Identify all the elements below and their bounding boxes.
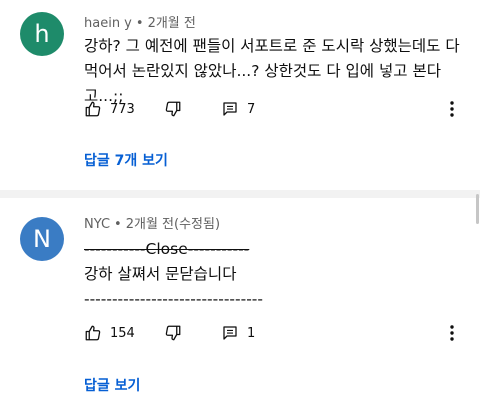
comment-line: -------------------------------- <box>84 290 263 308</box>
avatar-letter: h <box>34 20 50 48</box>
reply-count: 7 <box>247 101 256 117</box>
like-button[interactable]: 154 <box>84 324 164 342</box>
comment-time[interactable]: 2개월 전 <box>148 16 196 31</box>
comment-line: -----------Close----------- <box>84 240 250 258</box>
more-vert-icon <box>450 325 454 341</box>
view-replies-link[interactable]: 답글 7개 보기 <box>84 150 168 170</box>
thumbs-down-icon <box>165 325 181 341</box>
more-vert-icon <box>450 101 454 117</box>
like-button[interactable]: 773 <box>84 100 164 118</box>
avatar[interactable]: h <box>20 12 64 56</box>
meta-separator: • <box>114 217 122 232</box>
meta-separator: • <box>135 16 144 31</box>
thumbs-up-icon <box>85 325 101 341</box>
dislike-button[interactable] <box>164 100 221 118</box>
comment-line: 강하 살쪄서 문닫습니다 <box>84 265 237 283</box>
avatar-letter: N <box>33 225 51 253</box>
like-count: 773 <box>110 101 135 117</box>
like-count: 154 <box>110 325 135 341</box>
thumbs-down-icon <box>165 101 181 117</box>
comment-author[interactable]: NYC <box>84 217 110 232</box>
comment-meta: haein y • 2개월 전 <box>84 12 196 31</box>
comment-author[interactable]: haein y <box>84 16 132 31</box>
comment-icon <box>223 102 237 116</box>
reply-count: 1 <box>247 325 256 341</box>
more-options-button[interactable] <box>442 323 462 343</box>
divider <box>0 190 480 198</box>
reply-button[interactable]: 1 <box>221 324 281 342</box>
view-replies-link[interactable]: 답글 보기 <box>84 375 140 395</box>
comment-time[interactable]: 2개월 전(수정됨) <box>126 217 220 232</box>
comment-actions: 154 1 <box>84 321 470 345</box>
comment-line: 강하? 그 예전에 팬들이 서포트로 준 도시락 상했는데도 다 <box>84 37 460 55</box>
comment-icon <box>223 326 237 340</box>
comment-actions: 773 7 <box>84 97 470 121</box>
comment-1: h haein y • 2개월 전 강하? 그 예전에 팬들이 서포트로 준 도시락… <box>0 0 480 190</box>
comment-text: -----------Close----------- 강하 살쪄서 문닫습니다… <box>84 237 464 312</box>
comment-meta: NYC • 2개월 전(수정됨) <box>84 213 220 232</box>
more-options-button[interactable] <box>442 99 462 119</box>
reply-button[interactable]: 7 <box>221 100 281 118</box>
comment-2: N NYC • 2개월 전(수정됨) -----------Close-------… <box>0 198 480 414</box>
thumbs-up-icon <box>85 101 101 117</box>
avatar[interactable]: N <box>20 217 64 261</box>
dislike-button[interactable] <box>164 324 221 342</box>
